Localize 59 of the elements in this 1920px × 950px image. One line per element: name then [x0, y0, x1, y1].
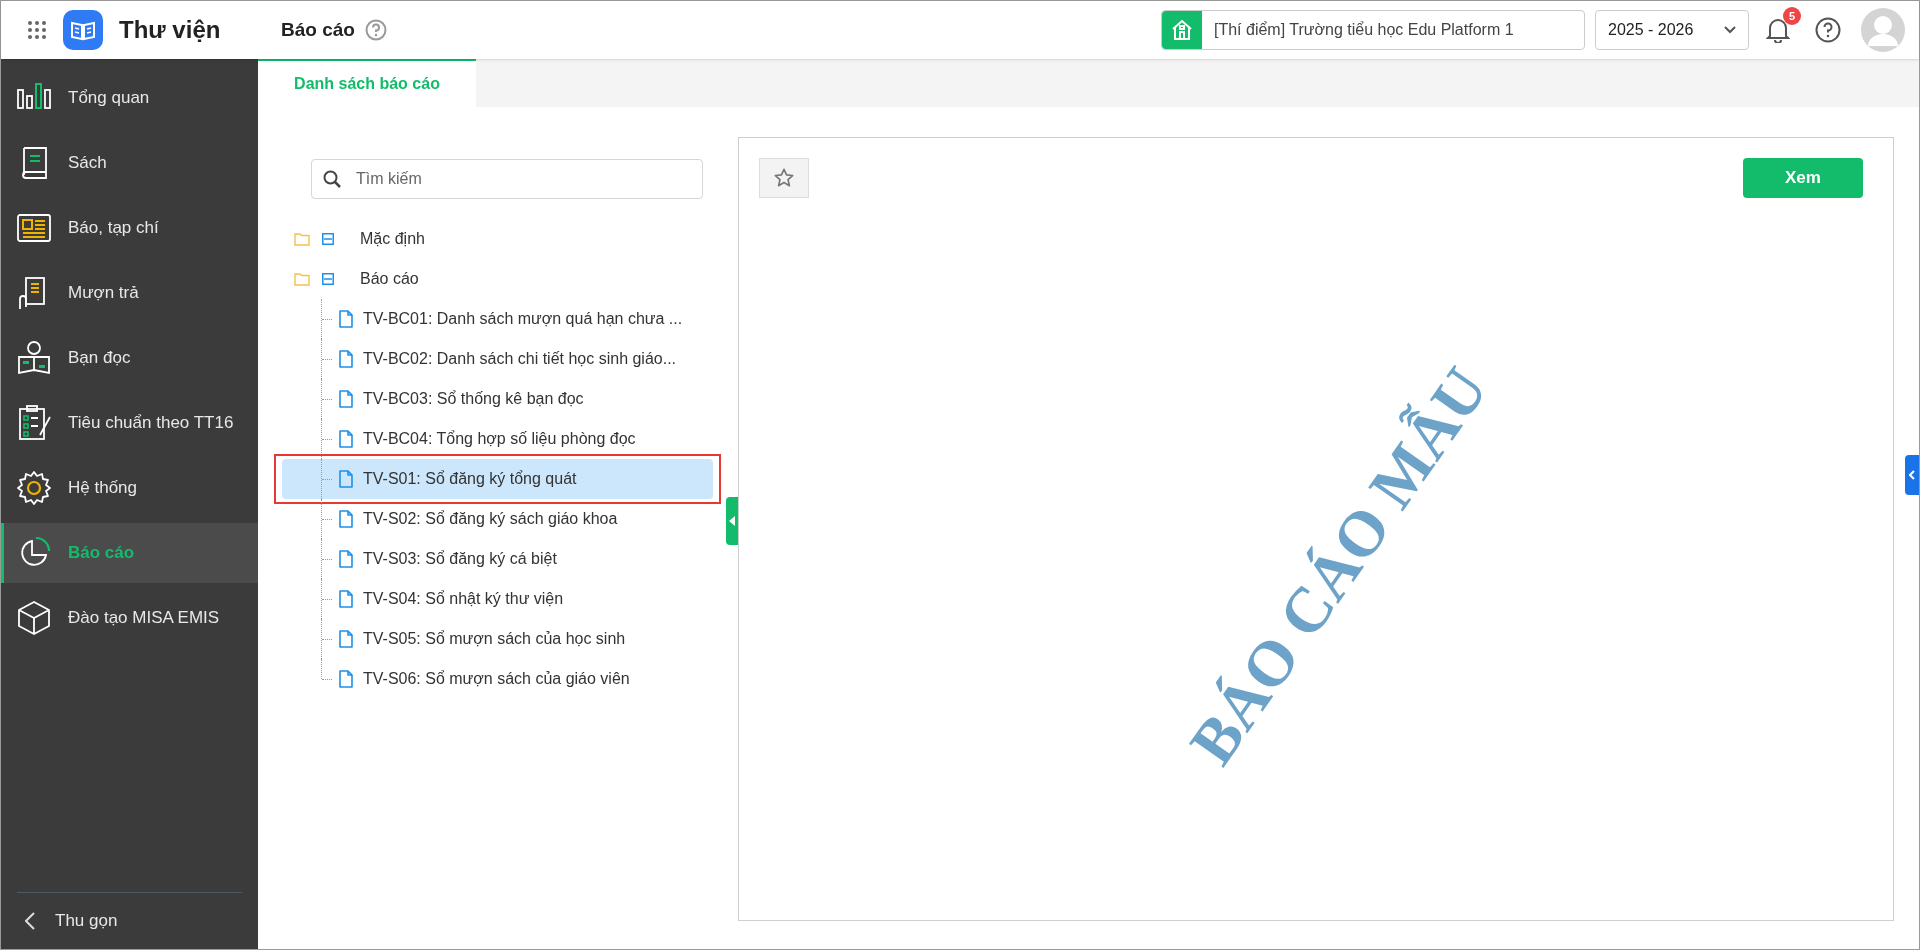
document-icon [339, 550, 353, 568]
document-icon [339, 310, 353, 328]
folder-icon [294, 272, 310, 286]
sidebar-item[interactable]: Đào tạo MISA EMIS [1, 587, 258, 648]
sidebar-item[interactable]: Báo cáo [1, 522, 258, 583]
document-icon [339, 630, 353, 648]
search-field[interactable]: Tìm kiếm [311, 159, 703, 199]
document-icon [339, 350, 353, 368]
collapse-toggle-icon[interactable] [322, 273, 334, 285]
folder-label[interactable]: Báo cáo [360, 267, 419, 291]
side-panel-handle[interactable] [1905, 455, 1919, 495]
notification-badge: 5 [1783, 7, 1801, 25]
page-title: Báo cáo [281, 17, 355, 42]
settings-icon [16, 469, 52, 506]
sidebar-item[interactable]: Tổng quan [1, 67, 258, 128]
chevron-left-icon [25, 912, 35, 930]
document-icon [339, 590, 353, 608]
document-icon [339, 390, 353, 408]
app-title: Thư viện [119, 15, 221, 45]
triangle-left-icon [729, 516, 735, 526]
report-item[interactable]: TV-S01: Sổ đăng ký tổng quát [282, 459, 713, 499]
chevron-left-icon [1909, 470, 1915, 480]
report-item[interactable]: TV-BC03: Sổ thống kê bạn đọc [282, 379, 713, 419]
document-icon [339, 470, 353, 488]
chevron-down-icon [1724, 26, 1736, 34]
sidebar-item[interactable]: Sách [1, 132, 258, 193]
star-icon [773, 167, 795, 189]
report-item[interactable]: TV-BC01: Danh sách mượn quá hạn chưa ... [282, 299, 713, 339]
person-reading-icon [16, 339, 52, 376]
report-item[interactable]: TV-S04: Sổ nhật ký thư viện [282, 579, 713, 619]
report-item[interactable]: TV-S06: Sổ mượn sách của giáo viên [282, 659, 713, 699]
bell-icon[interactable] [1766, 17, 1790, 43]
report-item[interactable]: TV-S03: Sổ đăng ký cá biệt [282, 539, 713, 579]
sidebar-item[interactable]: Bạn đọc [1, 327, 258, 388]
folder-label[interactable]: Mặc định [360, 227, 425, 251]
collapse-toggle-icon[interactable] [322, 233, 334, 245]
sidebar-item[interactable]: Tiêu chuẩn theo TT16 [1, 392, 258, 453]
document-icon [339, 670, 353, 688]
collapse-button[interactable]: Thu gọn [1, 893, 258, 949]
clipboard-checklist-icon [16, 404, 52, 441]
school-selector[interactable]: [Thí điểm] Trường tiểu học Edu Platform 1 [1161, 10, 1585, 50]
school-year-dropdown[interactable]: 2025 - 2026 [1595, 10, 1749, 50]
cube-icon [16, 599, 52, 636]
app-grid-icon[interactable] [27, 20, 47, 40]
document-icon [339, 430, 353, 448]
folder-icon [294, 232, 310, 246]
house-icon [1171, 19, 1193, 41]
favorite-button[interactable] [759, 158, 809, 198]
report-item[interactable]: TV-BC02: Danh sách chi tiết học sinh giáo... [282, 339, 713, 379]
help-icon[interactable] [1815, 17, 1841, 43]
sidebar-item[interactable]: Báo, tạp chí [1, 197, 258, 258]
report-item[interactable]: TV-S05: Sổ mượn sách của học sinh [282, 619, 713, 659]
sidebar-item[interactable]: Mượn trả [1, 262, 258, 323]
report-item[interactable]: TV-S02: Sổ đăng ký sách giáo khoa [282, 499, 713, 539]
search-icon [323, 170, 341, 188]
document-icon [339, 510, 353, 528]
sidebar-item[interactable]: Hệ thống [1, 457, 258, 518]
panel-collapse-handle[interactable] [726, 497, 738, 545]
open-book-logo-icon [63, 10, 103, 50]
